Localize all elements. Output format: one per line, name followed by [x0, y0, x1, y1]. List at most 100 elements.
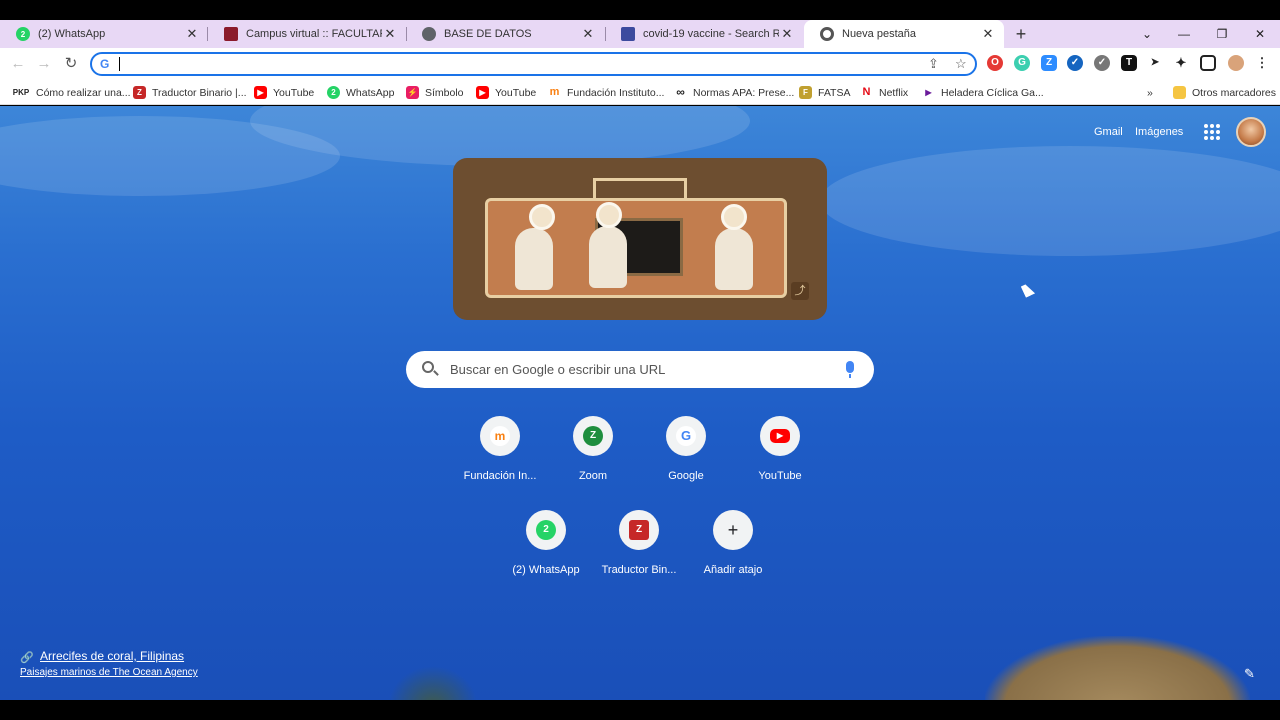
new-tab-button[interactable]: + [1013, 22, 1029, 46]
close-icon[interactable]: ✕ [980, 26, 996, 42]
restore-button[interactable]: ❐ [1206, 20, 1238, 48]
grammar-extension-icon[interactable]: G [1014, 55, 1030, 71]
globe-icon [422, 27, 436, 41]
plus-icon: + [727, 520, 739, 540]
folder-icon [1173, 86, 1186, 99]
zoom-extension-icon[interactable]: Z [1041, 55, 1057, 71]
images-link[interactable]: Imágenes [1135, 126, 1183, 138]
tab-title: BASE DE DATOS [444, 28, 532, 40]
shortcut-icon-circle: m [480, 416, 520, 456]
tab-title: (2) WhatsApp [38, 28, 106, 40]
bookmark-item[interactable]: Z Traductor Binario |... [133, 84, 247, 101]
tab-whatsapp[interactable]: 2 (2) WhatsApp ✕ [0, 20, 208, 48]
side-panel-icon[interactable] [1200, 55, 1216, 71]
bookmark-item[interactable]: F FATSA [799, 84, 850, 101]
whatsapp-icon: 2 [16, 27, 30, 41]
tab-search-button[interactable]: ⌄ [1131, 20, 1163, 48]
puzzle-icon[interactable]: ✦ [1173, 55, 1189, 71]
close-icon[interactable]: ✕ [382, 26, 398, 42]
shortcut-tile[interactable]: Z Zoom [548, 416, 638, 496]
shield-extension-icon[interactable]: ✓ [1067, 55, 1083, 71]
shortcut-label: (2) WhatsApp [512, 564, 580, 576]
bookmark-item[interactable]: ∞ Normas APA: Prese... [674, 84, 794, 101]
search-box[interactable]: Buscar en Google o escribir una URL [406, 351, 874, 388]
profile-avatar[interactable] [1228, 55, 1244, 71]
google-doodle[interactable]: ⤴ [453, 158, 827, 320]
shortcut-tile[interactable]: Z Traductor Bin... [594, 510, 684, 590]
bookmark-star-icon[interactable]: ☆ [955, 56, 967, 72]
bookmark-item[interactable]: ▶ YouTube [254, 84, 314, 101]
heladera-icon: ▶ [922, 86, 935, 99]
bookmark-item[interactable]: ▶ Heladera Cíclica Ga... [922, 84, 1044, 101]
bookmark-item[interactable]: ⚡ Símbolo [406, 84, 464, 101]
bookmark-item[interactable]: ▶ YouTube [476, 84, 536, 101]
text-extension-icon[interactable]: T [1121, 55, 1137, 71]
tab-campus-virtual[interactable]: Campus virtual :: FACULTAR [Mat ✕ [208, 20, 406, 48]
avatar[interactable] [1236, 117, 1266, 147]
text-cursor [119, 57, 120, 71]
shortcut-tile[interactable]: m Fundación In... [455, 416, 545, 496]
shortcut-label: YouTube [758, 470, 802, 482]
whatsapp-icon: 2 [536, 520, 556, 540]
background-light [820, 146, 1280, 256]
address-bar[interactable]: G ⇪ ☆ [90, 52, 977, 76]
browser-window: 2 (2) WhatsApp ✕ Campus virtual :: FACUL… [0, 0, 1280, 720]
shortcut-label: Zoom [578, 470, 608, 482]
google-icon: G [676, 426, 696, 446]
apa-icon: ∞ [674, 86, 687, 99]
other-bookmarks-folder[interactable]: Otros marcadores [1173, 84, 1276, 101]
share-icon[interactable]: ⇪ [928, 56, 939, 72]
bookmark-item[interactable]: 2 WhatsApp [327, 84, 394, 101]
shortcut-tile[interactable]: ▶ YouTube [735, 416, 825, 496]
back-button[interactable]: ← [6, 52, 30, 76]
doodle-figure [715, 228, 753, 290]
close-icon[interactable]: ✕ [184, 26, 200, 42]
youtube-icon: ▶ [254, 86, 267, 99]
apps-grid-icon[interactable] [1204, 124, 1220, 140]
minimize-button[interactable]: — [1168, 20, 1200, 48]
credit-subtitle-link[interactable]: Paisajes marinos de The Ocean Agency [20, 667, 198, 678]
netflix-icon: N [860, 86, 873, 99]
bookmark-item[interactable]: PKP Cómo realizar una... [12, 84, 131, 101]
shortcut-icon-circle: Z [619, 510, 659, 550]
link-icon: 🔗 [20, 652, 34, 664]
cursor-extension-icon[interactable]: ➤ [1147, 55, 1163, 71]
moodle-icon: m [548, 86, 561, 99]
tab-title: covid-19 vaccine - Search Results [643, 28, 779, 40]
bookmarks-overflow-button[interactable]: » [1147, 84, 1153, 101]
symbol-icon: ⚡ [406, 86, 419, 99]
window-close-button[interactable]: ✕ [1244, 20, 1276, 48]
reload-button[interactable]: ↻ [59, 52, 83, 76]
zamzar-icon: Z [133, 86, 146, 99]
shortcut-icon-circle: 2 [526, 510, 566, 550]
google-icon: G [100, 57, 110, 71]
moodle-icon: m [490, 426, 510, 446]
chrome-icon [820, 27, 834, 41]
shortcut-label: Traductor Bin... [601, 564, 677, 576]
gmail-link[interactable]: Gmail [1094, 126, 1123, 138]
shortcut-icon-circle: + [713, 510, 753, 550]
share-icon[interactable]: ⤴ [791, 282, 809, 300]
bookmark-item[interactable]: N Netflix [860, 84, 908, 101]
zoom-icon: Z [583, 426, 603, 446]
shortcut-tile[interactable]: G Google [641, 416, 731, 496]
credit-title-link[interactable]: 🔗 Arrecifes de coral, Filipinas [20, 649, 198, 664]
close-icon[interactable]: ✕ [779, 26, 795, 42]
search-icon [422, 361, 434, 373]
opera-extension-icon[interactable]: O [987, 55, 1003, 71]
microphone-icon[interactable] [846, 361, 854, 378]
add-shortcut-button[interactable]: + Añadir atajo [688, 510, 778, 590]
forward-button[interactable]: → [32, 52, 56, 76]
bookmark-item[interactable]: m Fundación Instituto... [548, 84, 664, 101]
close-icon[interactable]: ✕ [580, 26, 596, 42]
check-extension-icon[interactable]: ✓ [1094, 55, 1110, 71]
menu-icon[interactable]: ⋮ [1254, 55, 1270, 71]
tab-nueva-pestana[interactable]: Nueva pestaña ✕ [804, 20, 1004, 48]
shortcut-tile[interactable]: 2 (2) WhatsApp [501, 510, 591, 590]
doodle-figure-head [721, 204, 747, 230]
shortcut-label: Añadir atajo [703, 564, 763, 576]
edit-pencil-icon[interactable]: ✎ [1244, 666, 1255, 682]
tab-base-de-datos[interactable]: BASE DE DATOS ✕ [406, 20, 604, 48]
tab-covid-search[interactable]: covid-19 vaccine - Search Results ✕ [605, 20, 803, 48]
tab-title: Campus virtual :: FACULTAR [Mat [246, 28, 382, 40]
